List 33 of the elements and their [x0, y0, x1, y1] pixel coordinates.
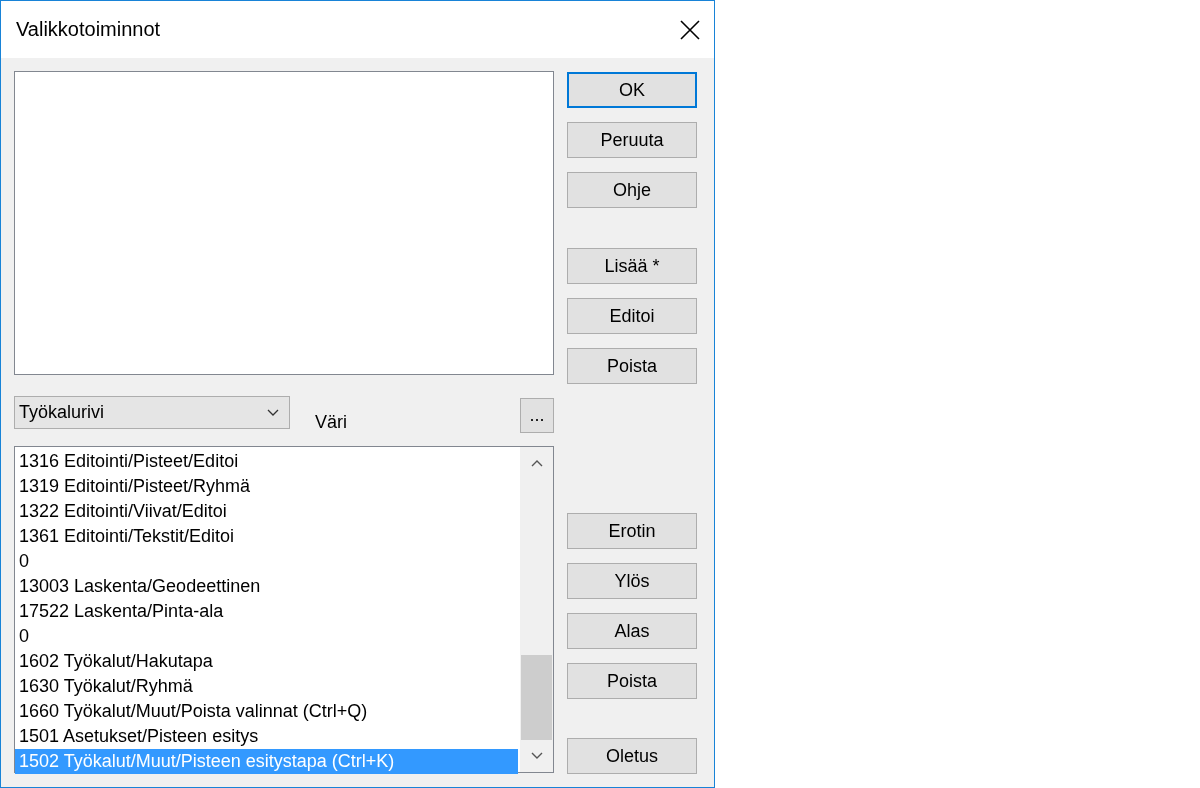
scroll-down-icon[interactable] [530, 752, 543, 760]
window-title: Valikkotoiminnot [16, 18, 161, 41]
dialog-button[interactable]: Lisää * [567, 248, 697, 284]
chevron-down-icon [267, 408, 279, 417]
list-item[interactable]: 13003 Laskenta/Geodeettinen [15, 574, 520, 599]
dialog-button[interactable]: Erotin [567, 513, 697, 549]
color-label: Väri [315, 412, 348, 433]
close-icon[interactable] [680, 19, 700, 40]
list-item[interactable]: 1602 Työkalut/Hakutapa [15, 649, 520, 674]
dialog-button[interactable]: Editoi [567, 298, 697, 334]
dialog-button[interactable]: Alas [567, 613, 697, 649]
scrollbar[interactable] [520, 447, 553, 772]
dialog-button[interactable]: Poista [567, 663, 697, 699]
list-item[interactable]: 1501 Asetukset/Pisteen esitys [15, 724, 520, 749]
dialog-button[interactable]: Ylös [567, 563, 697, 599]
list-item[interactable]: 0 [15, 624, 520, 649]
toolbar-dropdown[interactable]: Työkalurivi [14, 396, 290, 429]
dialog-button[interactable]: Ohje [567, 172, 697, 208]
dialog-button[interactable]: Poista [567, 348, 697, 384]
list-item[interactable]: 1361 Editointi/Tekstit/Editoi [15, 524, 520, 549]
scrollbar-thumb[interactable] [521, 655, 552, 740]
scroll-up-icon[interactable] [530, 459, 543, 467]
list-item[interactable]: 1322 Editointi/Viivat/Editoi [15, 499, 520, 524]
list-item[interactable]: 1630 Työkalut/Ryhmä [15, 674, 520, 699]
list-item[interactable]: 1316 Editointi/Pisteet/Editoi [15, 449, 520, 474]
dialog-button[interactable]: OK [567, 72, 697, 108]
dialog-button[interactable]: Peruuta [567, 122, 697, 158]
list-item[interactable]: 1319 Editointi/Pisteet/Ryhmä [15, 474, 520, 499]
list-item[interactable]: 17522 Laskenta/Pinta-ala [15, 599, 520, 624]
list-item[interactable]: 0 [15, 549, 520, 574]
dialog-button[interactable]: Oletus [567, 738, 697, 774]
list-item[interactable]: 1660 Työkalut/Muut/Poista valinnat (Ctrl+Q) [15, 699, 520, 724]
browse-button[interactable]: ... [520, 398, 554, 433]
